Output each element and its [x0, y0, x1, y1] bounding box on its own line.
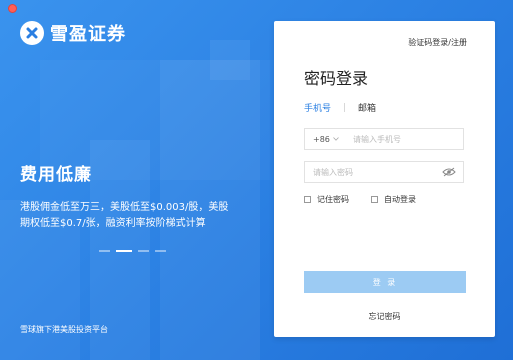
tab-divider — [344, 103, 346, 112]
window-close-button[interactable] — [8, 4, 17, 13]
country-code-value: +86 — [313, 134, 330, 144]
login-options: 记住密码 自动登录 — [304, 194, 416, 205]
brand-name: 雪盈证券 — [50, 24, 126, 45]
footer-note: 雪球旗下港美股投资平台 — [20, 325, 108, 334]
carousel-dot[interactable] — [99, 250, 110, 252]
chevron-down-icon — [333, 137, 339, 141]
phone-input[interactable]: +86 请输入手机号 — [304, 128, 464, 150]
promo-line-2: 期权低至$0.7/张，融资利率按阶梯式计算 — [20, 218, 206, 229]
promo-description: 港股佣金低至万三，美股低至$0.003/股，美股 期权低至$0.7/张，融资利率… — [20, 200, 250, 232]
promo-line-1: 港股佣金低至万三，美股低至$0.003/股，美股 — [20, 202, 229, 213]
login-panel: 验证码登录/注册 密码登录 手机号 邮箱 +86 请输入手机号 请输入密码 记住… — [274, 21, 495, 337]
sms-login-register-link[interactable]: 验证码登录/注册 — [408, 37, 467, 48]
promo-headline: 费用低廉 — [20, 165, 92, 185]
country-code-select[interactable]: +86 — [305, 135, 353, 144]
carousel-dot[interactable] — [155, 250, 166, 252]
carousel-indicators — [99, 250, 166, 252]
login-button[interactable]: 登 录 — [304, 271, 466, 293]
carousel-dot[interactable] — [138, 250, 149, 252]
brand: 雪盈证券 — [20, 18, 126, 48]
forgot-password-link[interactable]: 忘记密码 — [274, 311, 495, 322]
login-method-tabs: 手机号 邮箱 — [304, 101, 376, 114]
remember-password-checkbox[interactable]: 记住密码 — [304, 194, 349, 205]
auto-login-checkbox[interactable]: 自动登录 — [371, 194, 416, 205]
checkbox-icon[interactable] — [371, 196, 378, 203]
eye-hidden-icon[interactable] — [442, 167, 456, 177]
phone-placeholder: 请输入手机号 — [353, 134, 401, 144]
auto-login-label: 自动登录 — [384, 195, 416, 204]
remember-password-label: 记住密码 — [317, 195, 349, 204]
brand-logo-icon — [20, 21, 44, 45]
password-input[interactable]: 请输入密码 — [304, 161, 464, 183]
tab-phone[interactable]: 手机号 — [304, 101, 331, 114]
tab-email[interactable]: 邮箱 — [358, 101, 376, 114]
login-title: 密码登录 — [304, 69, 369, 88]
password-placeholder: 请输入密码 — [313, 167, 353, 177]
carousel-dot-active[interactable] — [116, 250, 132, 252]
checkbox-icon[interactable] — [304, 196, 311, 203]
